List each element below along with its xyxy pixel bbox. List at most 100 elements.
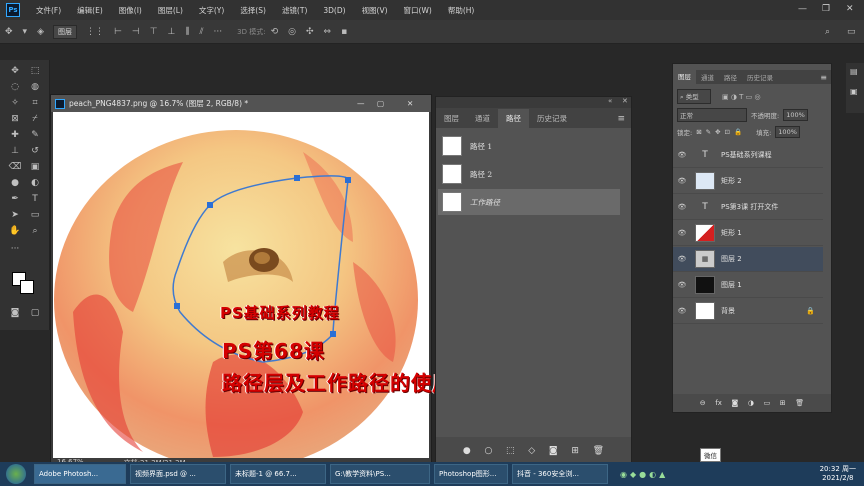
close-icon[interactable]: ✕ (407, 99, 413, 108)
panel-menu-icon[interactable]: ≡ (820, 73, 827, 82)
layer-row[interactable]: 👁 矩形 1 (673, 221, 823, 246)
healing-brush-icon[interactable]: ✚ (7, 128, 23, 142)
minimize-icon[interactable]: — (798, 4, 807, 14)
document-tab[interactable]: peach_PNG4837.png @ 16.7% (图层 2, RGB/8) … (51, 95, 431, 112)
workspace-icon[interactable]: ▭ (847, 27, 856, 37)
auto-select-icon[interactable]: ◈ (37, 27, 44, 37)
taskbar-item[interactable]: Adobe Photosh... (34, 464, 126, 484)
load-as-selection-icon[interactable]: ⬚ (506, 446, 515, 456)
background-color-swatch[interactable] (20, 280, 34, 294)
tab-paths[interactable]: 路径 (719, 72, 742, 82)
eye-icon[interactable]: 👁 (673, 307, 691, 315)
taskbar-item[interactable]: 未标题-1 @ 66.7... (230, 464, 326, 484)
tab-paths[interactable]: 路径 (498, 109, 529, 128)
collapse-icon[interactable]: « (608, 97, 612, 105)
screen-mode-icon[interactable]: ▢ (27, 306, 43, 320)
add-mask-icon[interactable]: ◙ (731, 399, 738, 407)
filter-icons[interactable]: ▣ ◑ T ▭ ◎ (722, 93, 761, 101)
menu-edit[interactable]: 编辑(E) (69, 5, 111, 16)
3d-roll-icon[interactable]: ◎ (288, 27, 296, 37)
tray-icons[interactable]: ◉◆●◐▲ (620, 470, 668, 479)
menu-view[interactable]: 视图(V) (354, 5, 396, 16)
menu-filter[interactable]: 滤镜(T) (274, 5, 315, 16)
type-tool-icon[interactable]: T (27, 192, 43, 206)
start-button-icon[interactable] (6, 464, 26, 484)
dodge-tool-icon[interactable]: ◐ (27, 176, 43, 190)
restore-icon[interactable]: ▢ (377, 99, 384, 108)
panel-menu-icon[interactable]: ≡ (617, 114, 625, 124)
menu-layer[interactable]: 图层(L) (150, 5, 191, 16)
delete-layer-icon[interactable]: 🗑 (795, 399, 804, 407)
new-path-icon[interactable]: ⊞ (571, 446, 579, 456)
panel-icon[interactable]: ▤ (850, 67, 858, 76)
3d-rotate-icon[interactable]: ⟲ (271, 27, 279, 37)
path-row-work[interactable]: 工作路径 (438, 189, 620, 215)
layer-row[interactable]: 👁 T PS第3课 打开文件 (673, 195, 823, 220)
tab-layers[interactable]: 图层 (436, 109, 467, 128)
blend-mode-dropdown[interactable]: 正常 (677, 108, 747, 122)
close-icon[interactable]: ✕ (622, 97, 628, 105)
blur-tool-icon[interactable]: ● (7, 176, 23, 190)
tab-history[interactable]: 历史记录 (529, 109, 575, 128)
history-brush-icon[interactable]: ↺ (27, 144, 43, 158)
move-tool-icon[interactable]: ✥ (7, 64, 23, 78)
path-select-icon[interactable]: ➤ (7, 208, 23, 222)
menu-type[interactable]: 文字(Y) (191, 5, 232, 16)
move-tool-icon[interactable]: ✥ (5, 27, 13, 37)
more-options-icon[interactable]: ··· (214, 27, 223, 37)
layer-row[interactable]: 👁 背景 🔒 (673, 299, 823, 324)
gradient-icon[interactable]: ▣ (27, 160, 43, 174)
align-top-icon[interactable]: ⊥ (168, 27, 176, 37)
stamp-tool-icon[interactable]: ⊥ (7, 144, 23, 158)
stroke-path-icon[interactable]: ○ (484, 446, 492, 456)
close-icon[interactable]: ✕ (846, 4, 854, 14)
layer-row[interactable]: 👁 图层 1 (673, 273, 823, 298)
frame-tool-icon[interactable]: ⊠ (7, 112, 23, 126)
zoom-tool-icon[interactable]: ⌕ (27, 224, 43, 238)
fx-icon[interactable]: fx (715, 399, 722, 407)
tab-channels[interactable]: 通道 (696, 72, 719, 82)
align-right-icon[interactable]: ⊤ (150, 27, 158, 37)
marquee-tool-icon[interactable]: ⬚ (27, 64, 43, 78)
align-center-icon[interactable]: ⊣ (132, 27, 140, 37)
opacity-input[interactable]: 100% (783, 109, 808, 121)
eye-icon[interactable]: 👁 (673, 281, 691, 289)
make-work-path-icon[interactable]: ◇ (528, 446, 535, 456)
menu-file[interactable]: 文件(F) (28, 5, 69, 16)
eye-icon[interactable]: 👁 (673, 203, 691, 211)
menu-help[interactable]: 帮助(H) (440, 5, 483, 16)
transform-controls-icon[interactable]: ⋮⋮ (86, 27, 104, 37)
layer-select-dropdown[interactable]: 图层 (53, 24, 77, 39)
layer-row[interactable]: 👁 T PS基础系列课程 (673, 143, 823, 168)
taskbar-item[interactable]: Photoshop图形... (434, 464, 508, 484)
link-layers-icon[interactable]: ⊖ (700, 399, 706, 407)
path-row-2[interactable]: 路径 2 (438, 161, 620, 187)
brush-tool-icon[interactable]: ✎ (27, 128, 43, 142)
lasso-tool-icon[interactable]: ◌ (7, 80, 23, 94)
taskbar-item[interactable]: 抖音 - 360安全浏... (512, 464, 608, 484)
magic-wand-icon[interactable]: ✧ (7, 96, 23, 110)
add-mask-icon[interactable]: ◙ (549, 446, 558, 456)
eraser-icon[interactable]: ⌫ (7, 160, 23, 174)
distribute-h-icon[interactable]: ⫽ (200, 27, 204, 37)
filter-dropdown[interactable]: ⌕ 类型 (677, 89, 711, 104)
eye-icon[interactable]: 👁 (673, 255, 691, 263)
crop-tool-icon[interactable]: ⌗ (27, 96, 43, 110)
eye-icon[interactable]: 👁 (673, 151, 691, 159)
quick-mask-icon[interactable]: ◙ (7, 306, 23, 320)
taskbar-item[interactable]: 视频界面.psd @ ... (130, 464, 226, 484)
eyedropper-icon[interactable]: ⌿ (27, 112, 43, 126)
eye-icon[interactable]: 👁 (673, 177, 691, 185)
3d-pan-icon[interactable]: ✣ (306, 27, 314, 37)
hand-tool-icon[interactable]: ✋ (7, 224, 23, 238)
pen-tool-icon[interactable]: ✒ (7, 192, 23, 206)
chevron-down-icon[interactable]: ▾ (23, 27, 28, 37)
align-left-icon[interactable]: ⊢ (114, 27, 122, 37)
taskbar-item[interactable]: G:\教学资料\PS... (330, 464, 430, 484)
3d-slide-icon[interactable]: ⇔ (324, 27, 332, 37)
layer-row[interactable]: 👁 矩形 2 (673, 169, 823, 194)
tab-layers[interactable]: 图层 (673, 70, 696, 84)
tab-history[interactable]: 历史记录 (742, 72, 778, 82)
canvas[interactable] (53, 112, 429, 465)
tab-channels[interactable]: 通道 (467, 109, 498, 128)
